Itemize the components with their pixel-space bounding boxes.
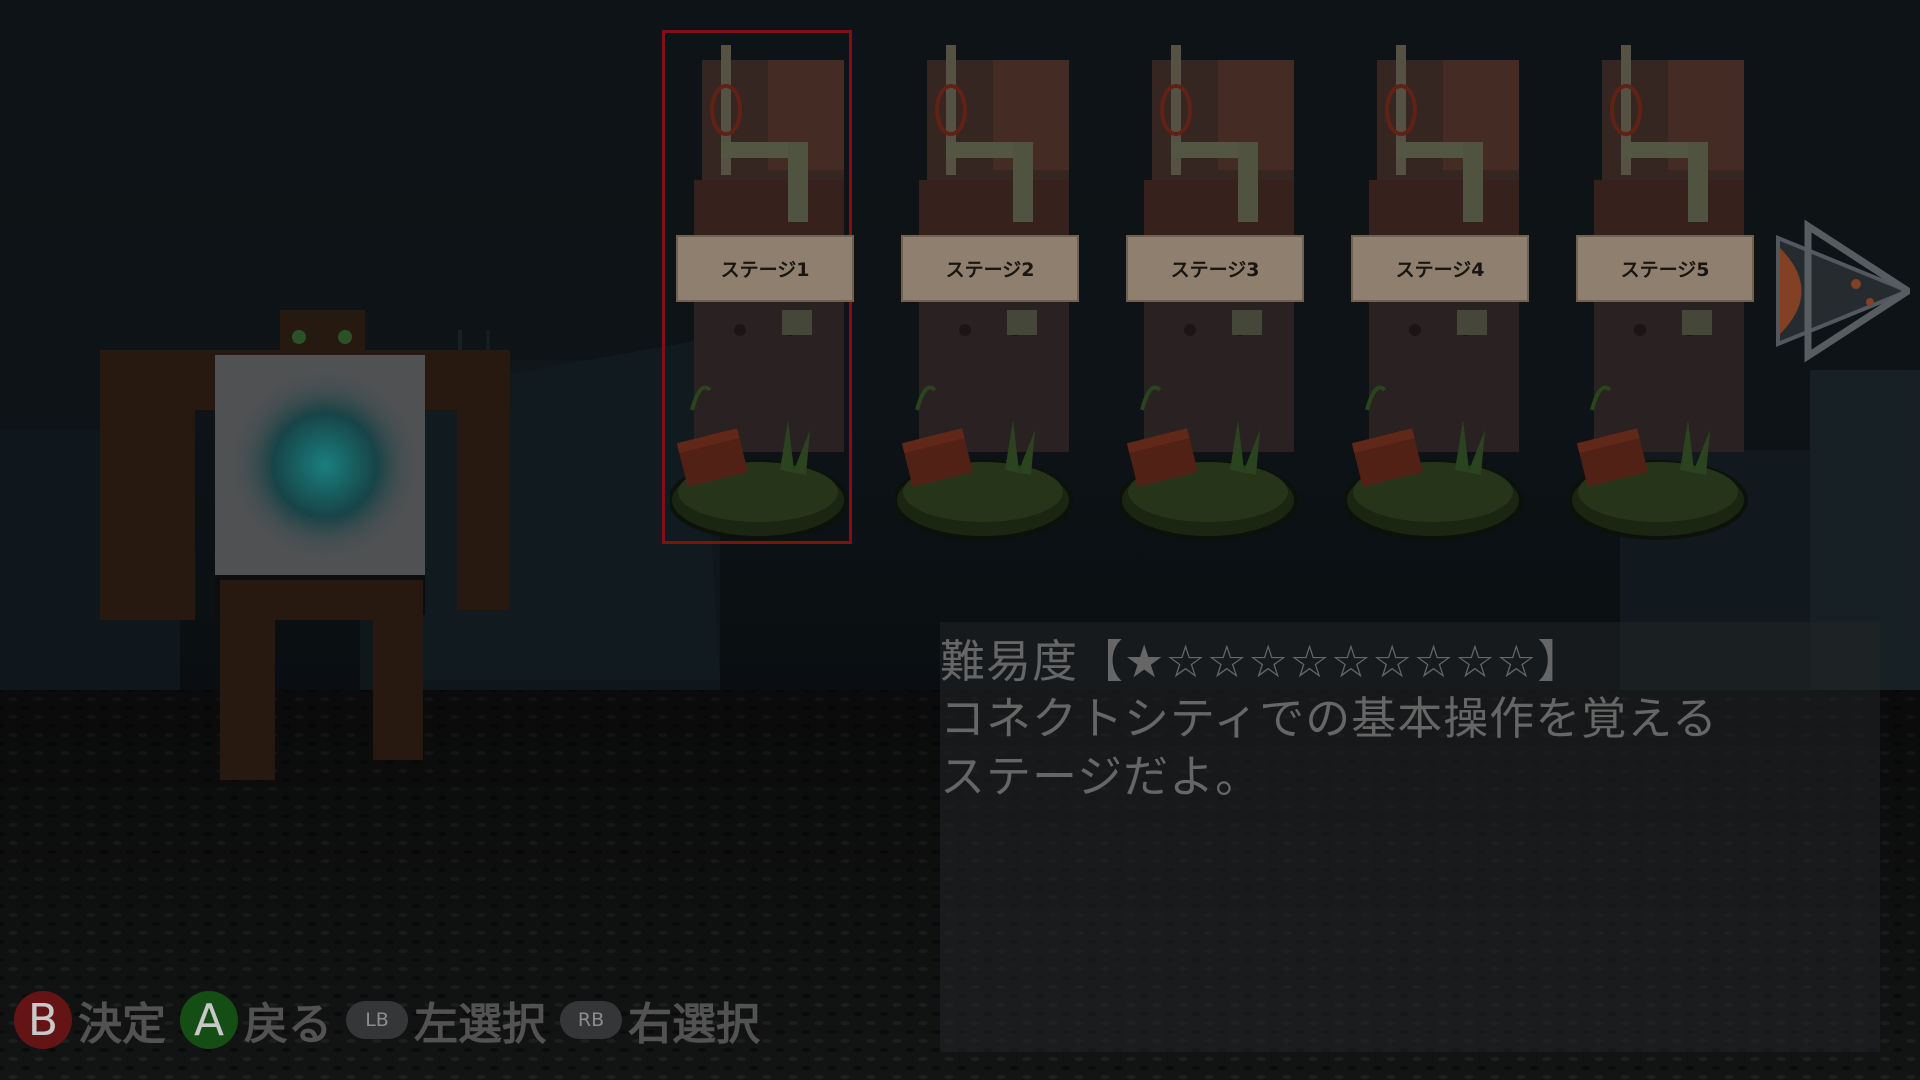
- lb-button-icon: LB: [346, 1001, 408, 1039]
- difficulty-rating: 難易度【★☆☆☆☆☆☆☆☆☆】: [940, 635, 1584, 688]
- back-label: 戻る: [244, 999, 332, 1050]
- stage-card-3[interactable]: ステージ3: [1120, 30, 1310, 550]
- confirm-label: 決定: [78, 999, 166, 1050]
- controller-hints: B 決定 A 戻る LB 左選択 RB 右選択: [14, 990, 774, 1050]
- stage-label: ステージ4: [1351, 235, 1529, 302]
- stage-card-4[interactable]: ステージ4: [1345, 30, 1535, 550]
- description-line-2: ステージだよ。: [940, 750, 1262, 803]
- b-button-icon: B: [14, 991, 72, 1049]
- select-right-label: 右選択: [628, 999, 760, 1050]
- stage-card-2[interactable]: ステージ2: [895, 30, 1085, 550]
- stage-label: ステージ2: [901, 235, 1079, 302]
- a-button-icon: A: [180, 991, 238, 1049]
- stage-label: ステージ1: [676, 235, 854, 302]
- stage-card-5[interactable]: ステージ5: [1570, 30, 1760, 550]
- stage-label: ステージ3: [1126, 235, 1304, 302]
- description-line-1: コネクトシティでの基本操作を覚える: [940, 692, 1718, 745]
- rb-button-icon: RB: [560, 1001, 622, 1039]
- robot-character: [100, 310, 510, 780]
- stage-label: ステージ5: [1576, 235, 1754, 302]
- stage-card-1[interactable]: ステージ1: [662, 30, 860, 550]
- select-left-label: 左選択: [414, 999, 546, 1050]
- next-page-arrow-icon[interactable]: [1768, 218, 1910, 364]
